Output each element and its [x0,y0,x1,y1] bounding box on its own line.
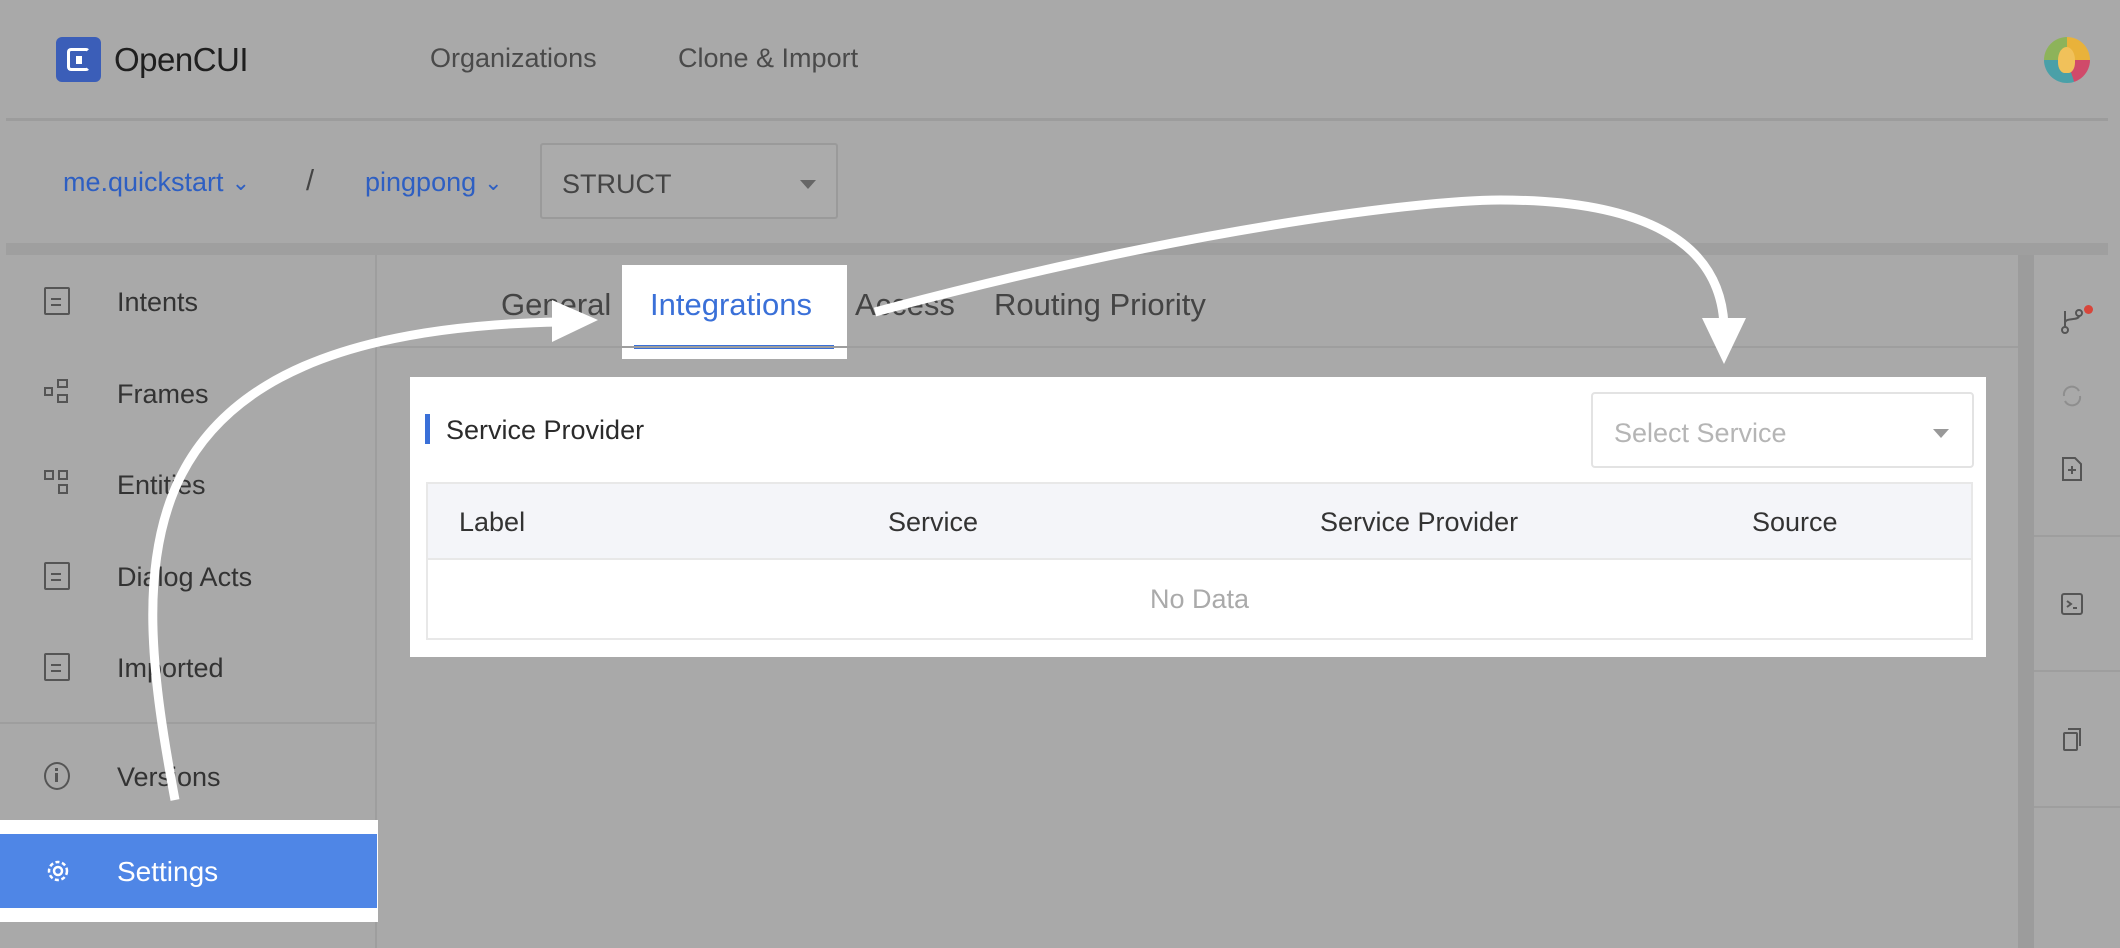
sidebar-item-label: Dialog Acts [117,562,253,592]
app-name[interactable]: OpenCUI [114,41,249,79]
divider [2034,535,2120,537]
dialog-acts-icon [44,562,70,590]
divider [0,722,377,724]
refresh-icon[interactable] [2060,382,2084,410]
empty-state: No Data [1149,584,1250,614]
nav-organizations[interactable]: Organizations [430,43,597,74]
entities-icon [44,470,70,498]
section-marker [425,414,430,444]
sidebar-item-label: Imported [117,653,224,683]
sidebar-item-versions[interactable]: Versions [0,740,377,812]
breadcrumb-org[interactable]: me.quickstart ⌄ [63,167,250,198]
breadcrumb-bar [6,121,2108,243]
sidebar-item-imported[interactable]: Imported [0,631,377,703]
notification-dot [2084,305,2093,314]
table-header: Label Service Service Provider Source [428,484,1971,560]
type-select-value: STRUCT [562,169,672,199]
breadcrumb-project-label: pingpong [365,167,477,197]
sidebar-item-frames[interactable]: Frames [0,357,377,429]
breadcrumb-org-label: me.quickstart [63,167,224,197]
opencui-logo-icon[interactable] [56,37,101,82]
tab-routing-priority[interactable]: Routing Priority [994,287,1206,323]
select-service-dropdown[interactable]: Select Service [1591,392,1974,468]
column-label: Label [459,507,526,537]
user-avatar[interactable] [2044,37,2090,83]
sidebar-item-label: Settings [117,856,219,887]
add-file-icon[interactable] [2060,455,2084,483]
sidebar-item-dialog-acts[interactable]: Dialog Acts [0,540,377,612]
select-placeholder: Select Service [1614,418,1787,448]
gear-icon [47,860,69,882]
divider [6,243,2108,255]
terminal-icon[interactable] [2060,590,2084,618]
type-select[interactable]: STRUCT [540,143,838,219]
imported-icon [44,653,70,681]
frames-icon [44,379,70,407]
top-bar: OpenCUI Organizations Clone & Import [0,0,2120,118]
document-icon [44,287,70,315]
caret-down-icon [1933,429,1949,438]
column-service: Service [888,507,979,537]
caret-down-icon [800,180,816,189]
divider [2034,806,2120,808]
sidebar-item-intents[interactable]: Intents [0,265,377,337]
tab-general[interactable]: General [501,287,611,323]
divider [380,346,2018,348]
section-title: Service Provider [446,415,645,445]
chevron-down-icon: ⌄ [231,169,250,195]
column-service-provider: Service Provider [1320,507,1519,537]
sidebar-item-label: Intents [117,287,199,317]
nav-clone-import[interactable]: Clone & Import [678,43,858,74]
chevron-down-icon: ⌄ [484,169,503,195]
service-provider-panel: Service Provider Select Service Label Se… [410,377,1986,657]
sidebar-item-settings[interactable]: Settings [0,834,377,908]
integrations-table: Label Service Service Provider Source No… [426,482,1973,640]
arrowhead-icon [1702,318,1746,364]
divider [2034,670,2120,672]
info-circle-icon [44,762,70,790]
breadcrumb-separator: / [306,165,315,197]
scrollbar[interactable] [2018,255,2034,948]
breadcrumb-project[interactable]: pingpong ⌄ [365,167,503,198]
sidebar-item-label: Frames [117,379,209,409]
branch-icon[interactable] [2060,307,2084,335]
column-source: Source [1752,507,1838,537]
sidebar-item-entities[interactable]: Entities [0,448,377,520]
tab-access[interactable]: Access [855,287,955,323]
tab-integrations[interactable]: Integrations [650,287,812,323]
sidebar-item-label: Entities [117,470,206,500]
copy-icon[interactable] [2060,725,2084,753]
sidebar-item-label: Versions [117,762,221,792]
